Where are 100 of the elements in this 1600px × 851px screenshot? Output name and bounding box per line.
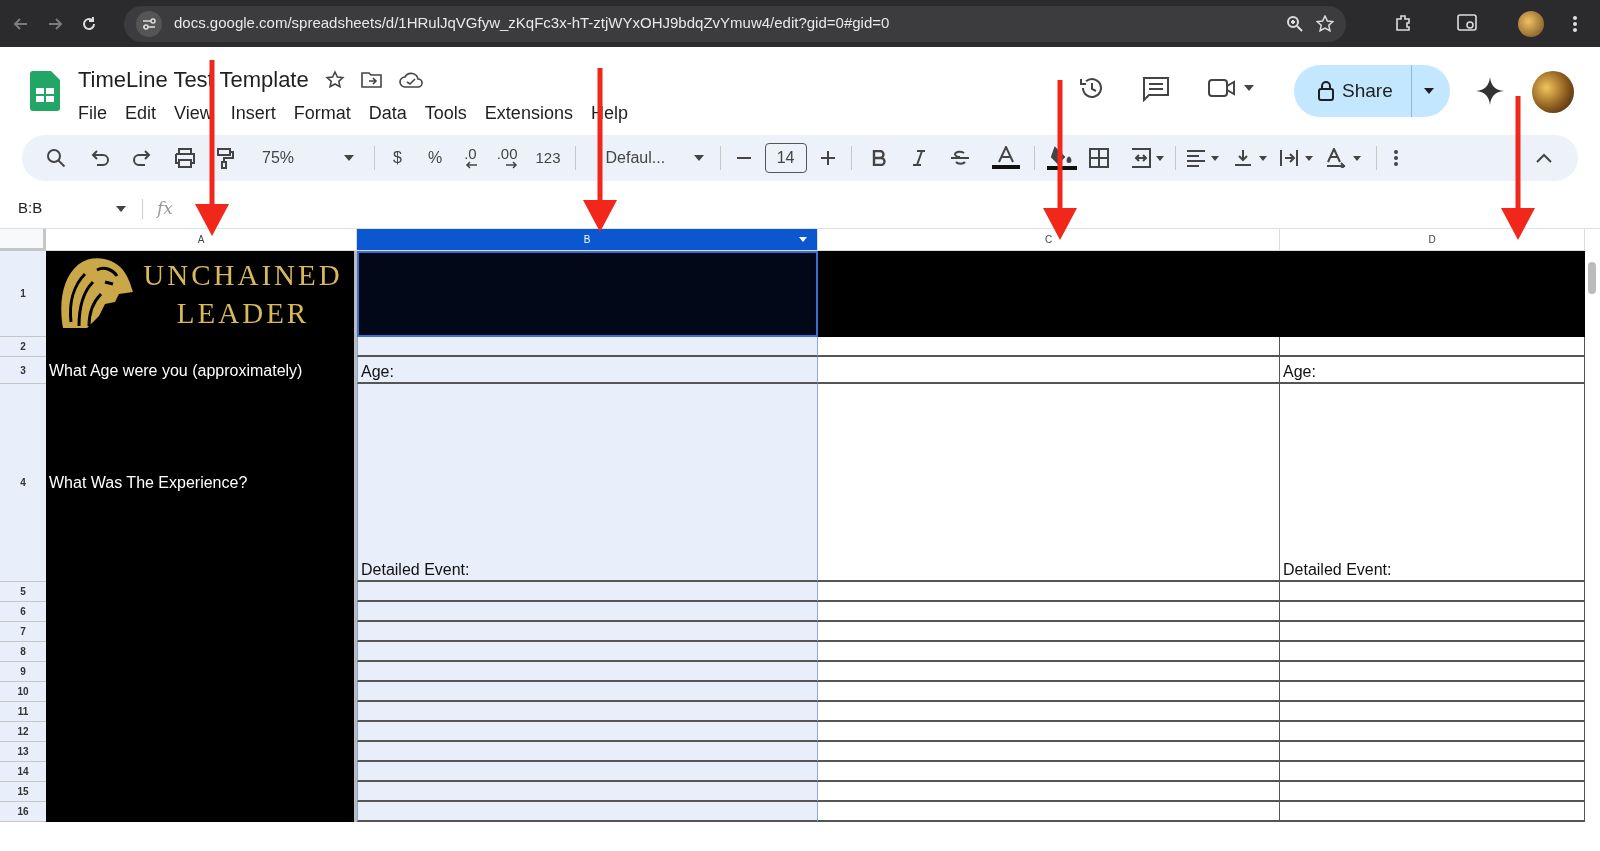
share-button[interactable]: Share: [1294, 65, 1411, 117]
table-cell[interactable]: [357, 722, 818, 742]
more-vertical-icon[interactable]: [1392, 149, 1399, 167]
table-cell[interactable]: [1280, 742, 1585, 762]
table-cell[interactable]: [818, 702, 1280, 722]
table-cell[interactable]: [1280, 582, 1585, 602]
row-number[interactable]: 9: [0, 662, 46, 682]
table-cell[interactable]: [818, 722, 1280, 742]
column-header[interactable]: A: [46, 229, 357, 251]
undo-icon[interactable]: [90, 149, 110, 167]
table-cell[interactable]: [818, 742, 1280, 762]
zoom-dropdown[interactable]: 75%: [262, 146, 354, 170]
tab-search-icon[interactable]: [1457, 13, 1479, 33]
table-cell[interactable]: [818, 357, 1280, 384]
row-number[interactable]: 14: [0, 762, 46, 782]
table-cell[interactable]: [1280, 802, 1585, 822]
column-header[interactable]: C: [818, 229, 1280, 251]
row-number[interactable]: 6: [0, 602, 46, 622]
cloud-icon[interactable]: [398, 71, 423, 88]
bookmark-star-icon[interactable]: [1316, 14, 1334, 33]
borders-icon[interactable]: [1088, 148, 1109, 168]
decrease-decimal-button[interactable]: .0: [464, 147, 477, 169]
profile-avatar[interactable]: [1518, 11, 1544, 37]
address-bar[interactable]: docs.google.com/spreadsheets/d/1HRulJqVGfyw_zKqFc3x-hT-ztjWYxOHJ9bdqZvYmuw4/edit?gid=0#gid=0: [124, 5, 1346, 42]
row-number[interactable]: 11: [0, 702, 46, 722]
row-number[interactable]: 5: [0, 582, 46, 602]
row-number[interactable]: 12: [0, 722, 46, 742]
table-cell[interactable]: [1280, 622, 1585, 642]
redo-icon[interactable]: [132, 149, 152, 167]
table-cell[interactable]: [818, 762, 1280, 782]
print-icon[interactable]: [174, 148, 196, 168]
row-number[interactable]: 7: [0, 622, 46, 642]
table-cell[interactable]: [1280, 662, 1585, 682]
table-cell[interactable]: [818, 682, 1280, 702]
search-icon[interactable]: [46, 148, 66, 168]
text-wrap-icon[interactable]: [1279, 149, 1314, 167]
vertical-align-icon[interactable]: [1233, 149, 1268, 167]
row-number[interactable]: 13: [0, 742, 46, 762]
star-icon[interactable]: [324, 69, 345, 90]
table-cell[interactable]: [818, 582, 1280, 602]
scrollbar-thumb[interactable]: [1588, 262, 1596, 294]
table-cell[interactable]: [818, 782, 1280, 802]
table-cell[interactable]: [357, 702, 818, 722]
sparkle-icon[interactable]: [1476, 77, 1504, 105]
menu-item[interactable]: File: [71, 98, 114, 129]
italic-icon[interactable]: [911, 150, 926, 166]
strikethrough-icon[interactable]: [949, 149, 970, 167]
table-cell[interactable]: [1280, 682, 1585, 702]
collapse-icon[interactable]: [1536, 153, 1552, 163]
table-cell[interactable]: [818, 384, 1280, 582]
column-header[interactable]: D: [1280, 229, 1585, 251]
text-rotation-icon[interactable]: [1325, 148, 1362, 168]
table-cell-background[interactable]: Detailed Event:: [357, 384, 818, 582]
font-size-field[interactable]: 14: [764, 143, 807, 173]
table-cell[interactable]: [818, 337, 1280, 357]
row-number[interactable]: 16: [0, 802, 46, 822]
column-header[interactable]: B: [357, 229, 818, 251]
row-number[interactable]: 1: [0, 251, 46, 337]
percent-format-button[interactable]: %: [427, 146, 443, 170]
move-folder-icon[interactable]: [360, 70, 383, 89]
table-cell[interactable]: [357, 582, 818, 602]
row-number[interactable]: 3: [0, 357, 46, 384]
table-cell[interactable]: [357, 682, 818, 702]
table-cell[interactable]: [818, 622, 1280, 642]
selected-cell[interactable]: [357, 251, 818, 337]
zoom-icon[interactable]: [1286, 14, 1304, 33]
currency-format-button[interactable]: $: [393, 146, 402, 170]
table-cell[interactable]: [357, 622, 818, 642]
table-cell-background[interactable]: Age:: [1280, 357, 1585, 384]
site-settings-icon[interactable]: [136, 10, 162, 37]
table-cell-background[interactable]: Detailed Event:: [1280, 384, 1585, 582]
table-cell[interactable]: [1280, 762, 1585, 782]
table-cell[interactable]: [357, 642, 818, 662]
row-number[interactable]: 4: [0, 384, 46, 582]
table-cell[interactable]: [1280, 251, 1585, 337]
table-cell[interactable]: [357, 742, 818, 762]
comment-icon[interactable]: [1142, 76, 1170, 102]
table-cell[interactable]: [357, 782, 818, 802]
merge-cells-icon[interactable]: [1130, 148, 1165, 168]
table-cell[interactable]: [1280, 722, 1585, 742]
menu-item[interactable]: Edit: [118, 98, 164, 129]
table-cell[interactable]: [1280, 782, 1585, 802]
table-cell[interactable]: [1280, 642, 1585, 662]
menu-item[interactable]: Extensions: [477, 98, 580, 129]
increase-decimal-button[interactable]: .00: [496, 147, 518, 169]
align-left-icon[interactable]: [1185, 149, 1220, 167]
row-number[interactable]: 15: [0, 782, 46, 802]
name-box[interactable]: B:B: [18, 197, 126, 220]
table-cell[interactable]: [357, 662, 818, 682]
table-cell[interactable]: [357, 802, 818, 822]
table-cell[interactable]: [818, 251, 1280, 337]
menu-item[interactable]: Format: [286, 98, 358, 129]
bold-icon[interactable]: [871, 150, 886, 166]
table-cell-background[interactable]: Age:: [357, 357, 818, 384]
menu-item[interactable]: Tools: [417, 98, 474, 129]
menu-item[interactable]: Data: [361, 98, 414, 129]
table-cell[interactable]: [818, 602, 1280, 622]
increase-font-size-button[interactable]: [818, 149, 837, 167]
table-cell[interactable]: [818, 802, 1280, 822]
sheets-logo-icon[interactable]: [30, 71, 60, 111]
